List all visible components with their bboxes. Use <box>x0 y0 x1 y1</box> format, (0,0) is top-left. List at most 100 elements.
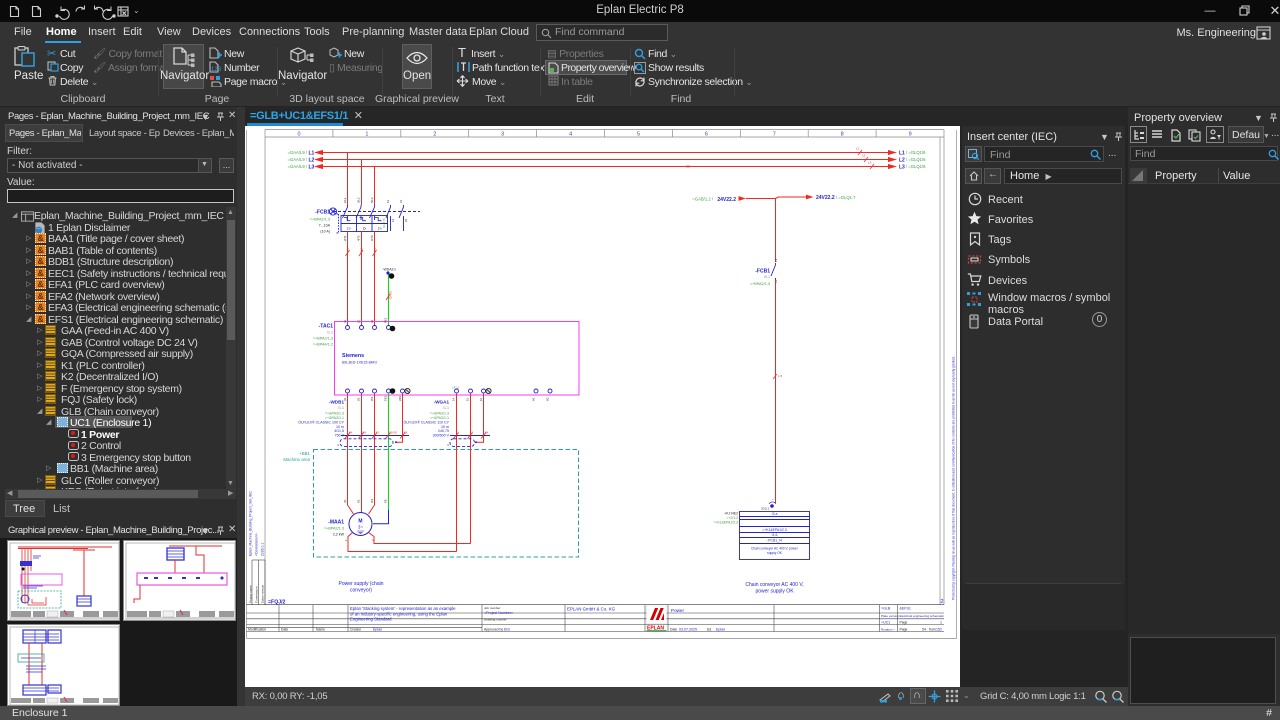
svg-text:Page: Page <box>900 627 908 631</box>
svg-text:-WDA2:x: -WDA2:x <box>382 268 396 272</box>
svg-text:+UC1: +UC1 <box>881 620 890 624</box>
svg-text:14: 14 <box>391 218 395 222</box>
svg-text:/ =GLQ1.7: / =GLQ1.7 <box>836 195 856 200</box>
svg-text:=+BPA2/1.3: =+BPA2/1.3 <box>324 527 344 531</box>
svg-text:Chain conveyor AC 400 V,: Chain conveyor AC 400 V, <box>745 582 803 588</box>
svg-text:24V22.2: 24V22.2 <box>717 197 736 203</box>
svg-text:Project name: Project name <box>249 585 253 603</box>
svg-text:L2: L2 <box>862 154 866 158</box>
svg-text:/ =GLQ1/6: / =GLQ1/6 <box>906 157 926 162</box>
svg-text:of an industry-specific engine: of an industry-specific engineering, usi… <box>350 611 448 616</box>
svg-text:EPLAN GmbH & Co. KG: EPLAN GmbH & Co. KG <box>567 607 616 612</box>
svg-text:/1.1: /1.1 <box>443 406 449 410</box>
svg-text:300/500 V: 300/500 V <box>433 434 450 438</box>
svg-text:U1: U1 <box>343 499 347 503</box>
svg-text:4: 4 <box>569 132 572 138</box>
svg-text:8: 8 <box>841 132 844 138</box>
svg-text:V1: V1 <box>357 499 361 503</box>
svg-text:PE1: PE1 <box>384 317 388 323</box>
svg-text:Commission: Commission <box>255 586 259 603</box>
svg-text:=+&PA3/1.1: =+&PA3/1.1 <box>430 416 449 420</box>
svg-text:-TAC1: -TAC1 <box>319 324 334 330</box>
svg-text:Protected by copyright. Passin: Protected by copyright. Passing on as we… <box>952 356 956 600</box>
svg-text:1: 1 <box>458 431 460 435</box>
svg-text:Electrical engineering schemat: Electrical engineering schematic <box>900 614 945 618</box>
svg-text:=GAA/L9 /: =GAA/L9 / <box>288 157 308 162</box>
svg-text:2: 2 <box>472 431 474 435</box>
svg-text:(10 A): (10 A) <box>320 230 330 234</box>
svg-text:PE2: PE2 <box>384 395 388 401</box>
svg-text:2,2 kW: 2,2 kW <box>333 533 345 537</box>
svg-text:Eplan version: Eplan version <box>261 584 265 603</box>
svg-text:Date: Date <box>281 627 288 631</box>
svg-text:2026.0.1: 2026.0.1 <box>261 543 265 556</box>
svg-text:L3: L3 <box>370 319 374 323</box>
svg-text:9: 9 <box>909 132 912 138</box>
svg-text:/1.1: /1.1 <box>327 331 333 335</box>
svg-text:GNYE: GNYE <box>390 431 398 435</box>
svg-text:BK: BK <box>404 431 408 435</box>
svg-text:Page: Page <box>900 620 908 624</box>
svg-text:2: 2 <box>433 132 436 138</box>
svg-text:X22:1: X22:1 <box>761 507 769 511</box>
svg-text:4: 4 <box>337 443 339 447</box>
svg-text:Eplan 'Stacking system' - repr: Eplan 'Stacking system' - representation… <box>350 606 456 611</box>
svg-text:21: 21 <box>399 199 403 203</box>
svg-text:1: 1 <box>940 620 942 624</box>
svg-text:152: 152 <box>936 627 942 631</box>
svg-text:-FCB1: -FCB1 <box>315 210 330 216</box>
svg-text:=+&PA3/1.1: =+&PA3/1.1 <box>325 416 344 420</box>
svg-text:Siemens: Siemens <box>342 353 364 359</box>
svg-text:1,5: 1,5 <box>373 247 377 252</box>
svg-text:-WDB1: -WDB1 <box>329 400 345 405</box>
svg-text:7...10A: 7...10A <box>319 224 331 228</box>
svg-text:L3: L3 <box>309 165 315 171</box>
svg-text:0: 0 <box>297 132 300 138</box>
svg-text:~: ~ <box>772 497 774 501</box>
svg-text:A1: A1 <box>532 397 536 401</box>
svg-text:1/L1: 1/L1 <box>343 197 347 203</box>
svg-text:=+K1&EPA1/2.3: =+K1&EPA1/2.3 <box>714 521 739 525</box>
svg-text:<Project Number>: <Project Number> <box>484 611 513 615</box>
svg-text:I3 a: I3 a <box>772 512 778 516</box>
svg-text:W1: W1 <box>370 396 374 401</box>
svg-text:=+&PA3/1.3: =+&PA3/1.3 <box>430 411 449 415</box>
svg-text:I1.6: I1.6 <box>772 533 778 537</box>
svg-text:Rotation ~: Rotation ~ <box>881 627 895 631</box>
svg-text:=GAB/1.2 /: =GAB/1.2 / <box>692 197 713 202</box>
svg-text:L3: L3 <box>899 165 905 171</box>
svg-text:L2: L2 <box>309 158 315 164</box>
svg-text:PE: PE <box>384 499 388 503</box>
svg-text:=FQJ/2: =FQJ/2 <box>268 600 286 606</box>
svg-text:-MAA1: -MAA1 <box>328 520 344 526</box>
svg-text:Drawing number: Drawing number <box>484 618 507 622</box>
svg-text:3: 3 <box>501 132 504 138</box>
svg-text:Power: Power <box>671 608 684 613</box>
svg-text:L2: L2 <box>899 158 905 164</box>
svg-text:1: 1 <box>344 539 348 541</box>
svg-text:V1: V1 <box>357 397 361 401</box>
svg-text:-PCB1_I4: -PCB1_I4 <box>767 539 782 543</box>
svg-text:Approved by: Approved by <box>484 627 503 631</box>
svg-text:EIS: EIS <box>504 627 510 631</box>
svg-text:+BB1: +BB1 <box>299 451 310 456</box>
svg-text:GNYE: GNYE <box>389 290 393 299</box>
svg-text:=+BPA2/1.3: =+BPA2/1.3 <box>313 337 333 341</box>
svg-text:+KJ:I4E2: +KJ:I4E2 <box>724 512 738 516</box>
svg-text:=+BPA2/1.3: =+BPA2/1.3 <box>310 218 330 222</box>
svg-text:24V: 24V <box>398 396 402 401</box>
svg-text:&EFS1: &EFS1 <box>900 607 911 611</box>
svg-text:=+2/1.2: =+2/1.2 <box>726 516 738 520</box>
svg-text:L1: L1 <box>343 319 347 323</box>
svg-text:=+&PA3/1.3: =+&PA3/1.3 <box>325 411 344 415</box>
svg-text:L3: L3 <box>868 161 872 165</box>
svg-text:/11.7 IS: /11.7 IS <box>382 218 386 228</box>
svg-text:5/L3: 5/L3 <box>370 197 374 203</box>
svg-text:=+BPA4/1.2: =+BPA4/1.2 <box>313 343 333 347</box>
svg-text:14: 14 <box>452 397 456 401</box>
svg-text:L1: L1 <box>309 151 315 157</box>
svg-text:=GAA/L9 /: =GAA/L9 / <box>288 150 308 155</box>
svg-text:7: 7 <box>773 132 776 138</box>
svg-text:L1: L1 <box>899 151 905 157</box>
svg-text:/ =GLQ1/6: / =GLQ1/6 <box>906 150 926 155</box>
